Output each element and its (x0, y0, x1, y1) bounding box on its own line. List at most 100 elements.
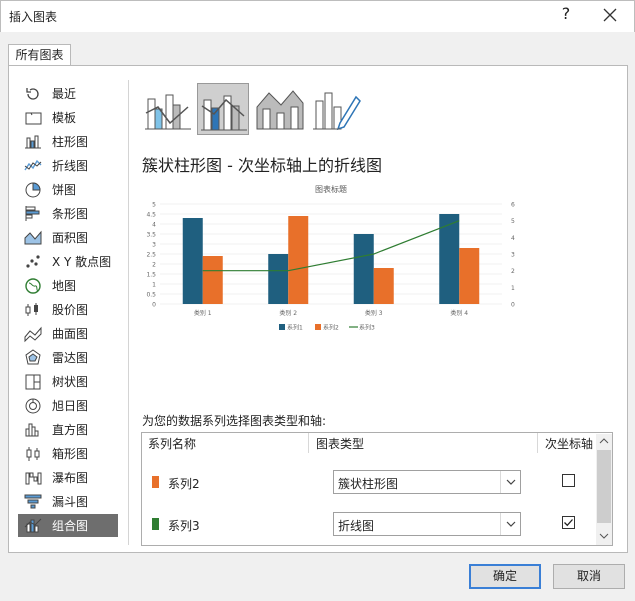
x-tick-label: 类别 4 (450, 309, 468, 317)
chart-type-item[interactable]: 曲面图 (18, 322, 118, 345)
chevron-down-icon (500, 471, 520, 493)
ok-button[interactable]: 确定 (469, 564, 541, 589)
waterfall-chart-icon (22, 469, 44, 487)
chart-type-label: 组合图 (52, 519, 89, 533)
map-chart-icon (22, 277, 44, 295)
y-tick-label: 3 (152, 242, 156, 249)
chart-type-item[interactable]: 漏斗图 (18, 490, 118, 513)
chart-type-label: 曲面图 (52, 327, 89, 341)
x-tick-label: 类别 3 (365, 309, 383, 317)
chart-type-item[interactable]: 折线图 (18, 154, 118, 177)
legend-label: 系列3 (359, 324, 375, 332)
chart-type-label: 树状图 (52, 375, 89, 389)
chart-type-label: 折线图 (52, 159, 89, 173)
chevron-down-icon (500, 513, 520, 535)
y-tick-label: 0 (152, 302, 156, 309)
subtype-custom-combination[interactable] (310, 83, 362, 135)
chart-type-label: 最近 (52, 87, 77, 101)
y-tick-label: 0.5 (146, 292, 156, 299)
y-tick-label: 2 (152, 262, 156, 269)
divider (128, 80, 129, 545)
chart-type-label: 条形图 (52, 207, 89, 221)
scatter-chart-icon (22, 253, 44, 271)
scrollbar-thumb[interactable] (597, 450, 611, 523)
chart-type-label: 柱形图 (52, 135, 89, 149)
tab-all-charts[interactable]: 所有图表 (8, 44, 71, 66)
chart-type-item[interactable]: 箱形图 (18, 442, 118, 465)
y-tick-label: 4.5 (146, 212, 156, 219)
legend-label: 系列1 (287, 324, 303, 332)
y2-tick-label: 6 (511, 202, 515, 209)
y-tick-label: 4 (152, 222, 156, 229)
chart-type-item[interactable]: X Y 散点图 (18, 250, 118, 273)
combo-chart-icon (22, 517, 44, 535)
bar (353, 234, 374, 304)
column-chart-icon (22, 133, 44, 151)
subtype-title: 簇状柱形图 - 次坐标轴上的折线图 (142, 156, 382, 175)
y-tick-label: 1 (152, 282, 156, 289)
title-bar (0, 0, 635, 32)
chart-type-item[interactable]: 条形图 (18, 202, 118, 225)
chart-type-item[interactable]: 雷达图 (18, 346, 118, 369)
subtype-column-line-secondary[interactable] (197, 83, 249, 135)
chart-type-item[interactable]: 模板 (18, 106, 118, 129)
y2-tick-label: 4 (511, 235, 515, 242)
y-tick-label: 3.5 (146, 232, 156, 239)
chart-type-item[interactable]: 饼图 (18, 178, 118, 201)
bar (459, 248, 480, 304)
treemap-chart-icon (22, 373, 44, 391)
chart-type-item[interactable]: 树状图 (18, 370, 118, 393)
bar (202, 256, 223, 304)
help-button[interactable]: ? (556, 4, 576, 26)
chart-type-label: 瀑布图 (52, 471, 89, 485)
legend-swatch (315, 324, 321, 330)
stock-chart-icon (22, 301, 44, 319)
cancel-button[interactable]: 取消 (553, 564, 625, 589)
scroll-up-icon[interactable] (596, 434, 612, 448)
series-color-swatch (152, 476, 159, 488)
chart-type-label: 箱形图 (52, 447, 89, 461)
chart-type-item[interactable]: 旭日图 (18, 394, 118, 417)
chart-type-item[interactable]: 地图 (18, 274, 118, 297)
chart-type-label: 饼图 (52, 183, 77, 197)
chart-type-label: 漏斗图 (52, 495, 89, 509)
chart-type-label: 旭日图 (52, 399, 89, 413)
y2-tick-label: 2 (511, 268, 515, 275)
sunburst-chart-icon (22, 397, 44, 415)
subtype-clustered-column-line[interactable] (142, 83, 194, 135)
series-color-swatch (152, 518, 159, 530)
chart-type-item[interactable]: 最近 (18, 82, 118, 105)
header-separator (537, 433, 538, 453)
radar-chart-icon (22, 348, 44, 367)
chart-type-item[interactable]: 组合图 (18, 514, 118, 537)
line-chart-icon (22, 157, 44, 175)
chart-type-item[interactable]: 股价图 (18, 298, 118, 321)
chart-type-select[interactable]: 折线图 (333, 512, 521, 536)
chart-type-item[interactable]: 瀑布图 (18, 466, 118, 489)
chart-type-select[interactable]: 簇状柱形图 (333, 470, 521, 494)
column-header-chart-type: 图表类型 (316, 437, 365, 451)
y-tick-label: 5 (152, 202, 156, 209)
dialog-title: 插入图表 (9, 10, 58, 24)
y2-tick-label: 3 (511, 252, 515, 259)
legend-label: 系列2 (323, 324, 339, 332)
secondary-axis-checkbox[interactable] (562, 474, 575, 487)
legend-swatch (279, 324, 285, 330)
close-button[interactable] (600, 4, 620, 26)
close-icon (603, 8, 617, 22)
secondary-axis-checkbox[interactable] (562, 516, 575, 529)
series-table: 系列名称 图表类型 次坐标轴 系列2 簇状柱形图 系列3 折线图 (141, 432, 613, 546)
chart-type-item[interactable]: 面积图 (18, 226, 118, 249)
scroll-down-icon[interactable] (596, 529, 612, 543)
chart-type-item[interactable]: 柱形图 (18, 130, 118, 153)
series-name: 系列3 (168, 519, 200, 533)
chart-type-label: 地图 (52, 279, 77, 293)
y-tick-label: 2.5 (146, 252, 156, 259)
column-header-series-name: 系列名称 (148, 437, 197, 451)
y2-tick-label: 1 (511, 285, 515, 292)
chart-type-label: X Y 散点图 (52, 255, 112, 269)
bar-chart-icon (22, 205, 44, 223)
subtype-stacked-area-column[interactable] (253, 83, 305, 135)
chart-type-item[interactable]: 直方图 (18, 418, 118, 441)
folder-icon (22, 109, 44, 127)
